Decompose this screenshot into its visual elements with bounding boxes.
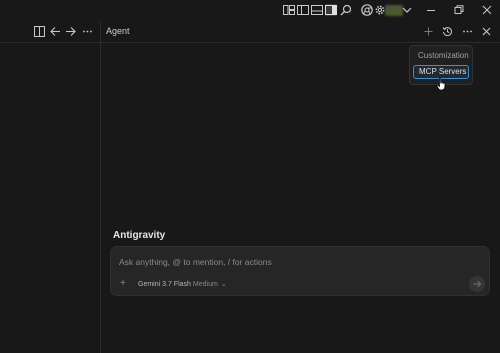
chrome-icon[interactable] <box>361 4 373 16</box>
sidebar-left-icon[interactable] <box>297 4 309 16</box>
arrow-right-icon <box>473 280 482 288</box>
send-button[interactable] <box>469 276 485 292</box>
panel-bottom-icon[interactable] <box>311 4 323 16</box>
account-chevron-icon[interactable] <box>401 4 413 16</box>
agent-panel: Agent Customization MCP Servers Antigrav… <box>101 21 500 353</box>
search-icon[interactable] <box>340 4 352 16</box>
minimize-icon[interactable] <box>425 4 437 16</box>
new-chat-plus-icon[interactable] <box>423 26 434 37</box>
toggle-panel-icon[interactable] <box>283 4 295 16</box>
editor-pane <box>0 21 101 353</box>
split-editor-icon[interactable] <box>34 26 45 37</box>
agent-header: Agent <box>101 21 500 43</box>
chevron-down-icon: ⌄ <box>220 281 227 288</box>
title-bar <box>0 0 500 21</box>
model-selector[interactable]: Gemini 3.7 Flash Medium ⌄ <box>138 280 227 288</box>
restore-icon[interactable] <box>453 4 465 16</box>
menu-item-customization[interactable]: Customization <box>413 49 469 63</box>
model-variant: Medium <box>192 281 218 288</box>
sidebar-right-icon[interactable] <box>325 4 337 16</box>
model-name: Gemini 3.7 Flash <box>138 281 191 288</box>
hand-pointer-icon <box>436 77 447 91</box>
forward-arrow-icon[interactable] <box>65 26 76 37</box>
close-icon[interactable] <box>481 26 492 37</box>
chat-input[interactable] <box>119 257 469 267</box>
more-icon[interactable] <box>82 26 93 37</box>
chat-composer: + Gemini 3.7 FlashMedium⌄ <box>110 246 490 296</box>
agent-title: Agent <box>106 26 130 36</box>
more-icon[interactable] <box>462 26 473 37</box>
history-icon[interactable] <box>442 26 453 37</box>
close-window-icon[interactable] <box>481 4 493 16</box>
back-arrow-icon[interactable] <box>50 26 61 37</box>
editor-toolbar <box>0 21 100 43</box>
add-context-button[interactable]: + <box>120 279 126 289</box>
section-title: Antigravity <box>113 230 166 241</box>
